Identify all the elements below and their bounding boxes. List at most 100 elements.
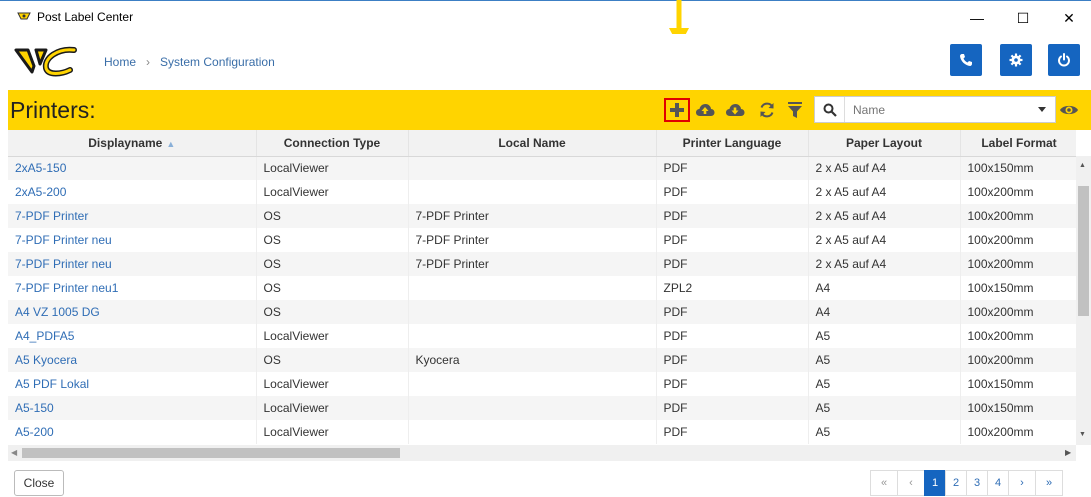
table-row[interactable]: A5 Kyocera OS Kyocera PDF A5 100x200mm: [8, 348, 1076, 372]
pager-item[interactable]: ›: [1008, 470, 1036, 496]
table-cell: 100x200mm: [960, 252, 1076, 276]
pager-item[interactable]: 3: [966, 470, 988, 496]
table-row[interactable]: A4 VZ 1005 DG OS PDF A4 100x200mm: [8, 300, 1076, 324]
refresh-button[interactable]: [756, 99, 778, 121]
table-cell[interactable]: A4_PDFA5: [8, 324, 257, 348]
table-cell: 100x200mm: [960, 180, 1076, 204]
table-header-row: Displayname ▲ Connection Type Local Name …: [8, 130, 1076, 157]
table-cell: [408, 180, 657, 204]
table-cell: [408, 300, 657, 324]
table-cell: 100x150mm: [960, 372, 1076, 396]
table-row[interactable]: 2xA5-150 LocalViewer PDF 2 x A5 auf A4 100x1…: [8, 156, 1076, 180]
table-cell[interactable]: 7-PDF Printer: [8, 204, 257, 228]
table-cell[interactable]: A4 VZ 1005 DG: [8, 300, 257, 324]
search-icon: [823, 103, 837, 117]
table-cell: [408, 276, 657, 300]
table-row[interactable]: A5-150 LocalViewer PDF A5 100x150mm: [8, 396, 1076, 420]
cloud-download-icon: [726, 104, 745, 116]
pager-item[interactable]: «: [870, 470, 898, 496]
table-cell[interactable]: 2xA5-150: [8, 156, 257, 180]
table-cell: A5: [808, 396, 961, 420]
table-cell: [408, 156, 657, 180]
gear-icon: [1009, 53, 1023, 67]
table-cell: PDF: [656, 396, 809, 420]
table-row[interactable]: A4_PDFA5 LocalViewer PDF A5 100x200mm: [8, 324, 1076, 348]
table-cell[interactable]: A5-150: [8, 396, 257, 420]
table-row[interactable]: 7-PDF Printer neu OS 7-PDF Printer PDF 2 x A…: [8, 228, 1076, 252]
window-close-button[interactable]: ✕: [1049, 6, 1089, 30]
pager-item[interactable]: 4: [987, 470, 1009, 496]
pager-item[interactable]: ‹: [897, 470, 925, 496]
table-cell[interactable]: 7-PDF Printer neu: [8, 252, 257, 276]
table-cell: PDF: [656, 348, 809, 372]
column-visibility-button[interactable]: [1058, 99, 1080, 121]
table-cell[interactable]: A5 Kyocera: [8, 348, 257, 372]
table-cell[interactable]: A5 PDF Lokal: [8, 372, 257, 396]
table-cell: LocalViewer: [256, 372, 409, 396]
pager-item[interactable]: 2: [945, 470, 967, 496]
upload-button[interactable]: [694, 99, 716, 121]
minimize-button[interactable]: —: [957, 6, 997, 30]
table-cell[interactable]: 7-PDF Printer neu: [8, 228, 257, 252]
title-bar-accent: [0, 0, 1091, 1]
pager-item[interactable]: 1: [924, 470, 946, 496]
search-field-dropdown[interactable]: [1033, 102, 1051, 118]
table-cell: A5: [808, 324, 961, 348]
maximize-button[interactable]: ☐: [1003, 6, 1043, 30]
horizontal-scroll-thumb[interactable]: [22, 448, 400, 458]
breadcrumb-home[interactable]: Home: [104, 55, 136, 69]
table-cell: 2 x A5 auf A4: [808, 228, 961, 252]
phone-button[interactable]: [950, 44, 982, 76]
table-cell: LocalViewer: [256, 156, 409, 180]
column-header-displayname[interactable]: Displayname ▲: [8, 130, 257, 157]
filter-button[interactable]: [784, 99, 806, 121]
pager-item[interactable]: »: [1035, 470, 1063, 496]
column-header-connection-type[interactable]: Connection Type: [256, 130, 409, 157]
table-cell[interactable]: A5-200: [8, 420, 257, 444]
column-header-label-format[interactable]: Label Format: [960, 130, 1076, 157]
logout-button[interactable]: [1048, 44, 1080, 76]
table-row[interactable]: 7-PDF Printer neu OS 7-PDF Printer PDF 2 x A…: [8, 252, 1076, 276]
scroll-right-icon[interactable]: ▶: [1065, 448, 1071, 457]
scroll-left-icon[interactable]: ◀: [11, 448, 17, 457]
download-button[interactable]: [724, 99, 746, 121]
table-cell: 2 x A5 auf A4: [808, 156, 961, 180]
horizontal-scrollbar[interactable]: ◀ ▶: [8, 445, 1076, 461]
add-printer-button[interactable]: [664, 98, 690, 122]
table-cell[interactable]: 2xA5-200: [8, 180, 257, 204]
scroll-up-icon[interactable]: ▲: [1079, 162, 1086, 169]
column-header-local-name[interactable]: Local Name: [408, 130, 657, 157]
app-header: Home › System Configuration: [0, 34, 1091, 90]
search-input[interactable]: [853, 101, 1023, 119]
column-header-paper-layout[interactable]: Paper Layout: [808, 130, 961, 157]
table-row[interactable]: 2xA5-200 LocalViewer PDF 2 x A5 auf A4 100x2…: [8, 180, 1076, 204]
table-cell: OS: [256, 252, 409, 276]
table-row[interactable]: 7-PDF Printer neu1 OS ZPL2 A4 100x150mm: [8, 276, 1076, 300]
breadcrumb-current[interactable]: System Configuration: [160, 55, 275, 69]
post-logo-icon[interactable]: [14, 44, 78, 80]
close-button[interactable]: Close: [14, 470, 64, 496]
table-cell[interactable]: 7-PDF Printer neu1: [8, 276, 257, 300]
table-row[interactable]: A5 PDF Lokal LocalViewer PDF A5 100x150mm: [8, 372, 1076, 396]
table-cell: 2 x A5 auf A4: [808, 180, 961, 204]
table-row[interactable]: A5-200 LocalViewer PDF A5 100x200mm: [8, 420, 1076, 444]
table-cell: 7-PDF Printer: [408, 228, 657, 252]
column-header-printer-language[interactable]: Printer Language: [656, 130, 809, 157]
vertical-scrollbar[interactable]: ▲ ▼: [1076, 156, 1091, 445]
table-cell: 100x200mm: [960, 324, 1076, 348]
table-cell: 100x200mm: [960, 228, 1076, 252]
eye-icon: [1060, 105, 1078, 115]
scroll-down-icon[interactable]: ▼: [1079, 431, 1086, 438]
printers-toolbar: Printers:: [8, 90, 1091, 130]
table-row[interactable]: 7-PDF Printer OS 7-PDF Printer PDF 2 x A5 au…: [8, 204, 1076, 228]
vertical-scroll-thumb[interactable]: [1078, 186, 1089, 316]
table-cell: 100x200mm: [960, 420, 1076, 444]
table-cell: A4: [808, 300, 961, 324]
table-cell: A5: [808, 420, 961, 444]
pagination: «‹ 1 2 3 4 ›»: [870, 470, 1063, 496]
table-cell: Kyocera: [408, 348, 657, 372]
table-cell: [408, 324, 657, 348]
refresh-icon: [760, 102, 774, 118]
settings-button[interactable]: [1000, 44, 1032, 76]
table-cell: OS: [256, 300, 409, 324]
